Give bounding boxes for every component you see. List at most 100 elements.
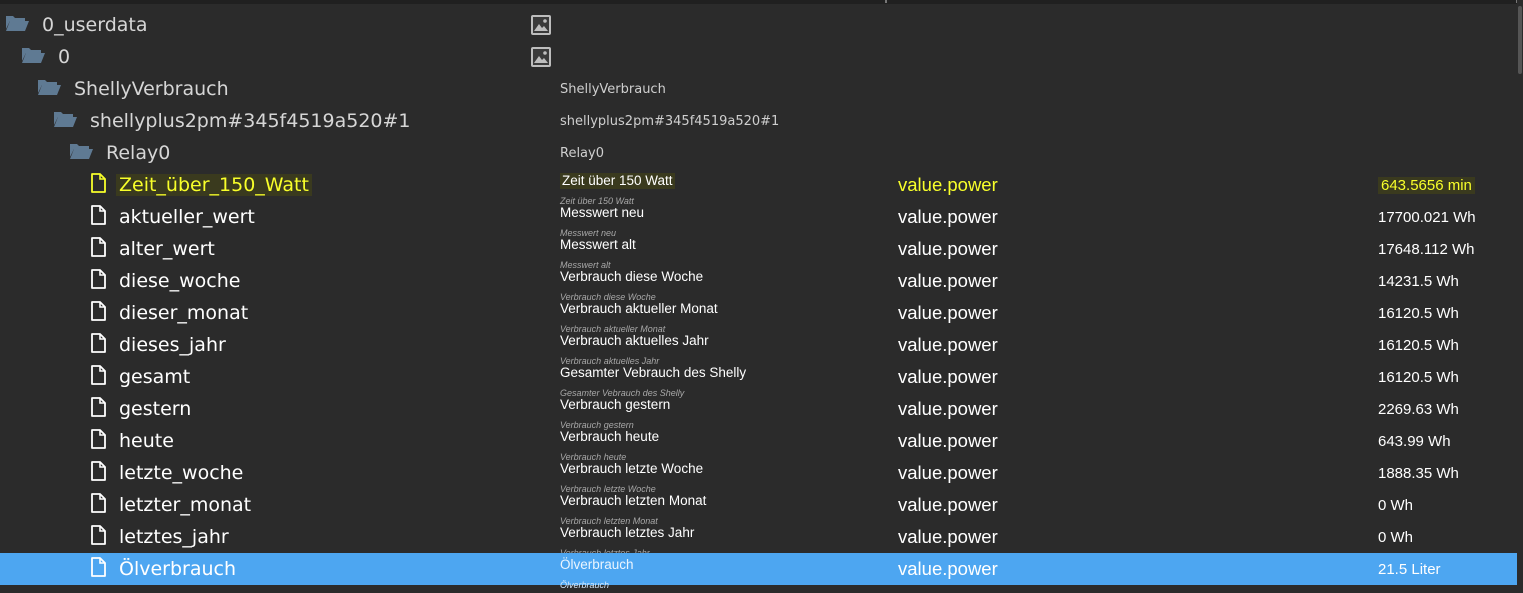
- tree-state-row[interactable]: gestern Verbrauch gestern Verbrauch gester…: [0, 393, 1517, 430]
- tree-item-name: aktueller_wert: [119, 206, 255, 228]
- tree-item-name-cell[interactable]: Zeit_über_150_Watt: [90, 169, 312, 201]
- tree-item-name-cell[interactable]: letzter_monat: [90, 489, 254, 521]
- tree-folder-row[interactable]: 0: [0, 41, 1517, 73]
- tree-item-name-cell[interactable]: 0: [21, 41, 73, 73]
- tree-state-row[interactable]: letzte_woche Verbrauch letzte Woche Verbra…: [0, 457, 1517, 494]
- folder-open-icon: [5, 14, 29, 37]
- folder-open-icon: [69, 142, 93, 165]
- state-value[interactable]: 17648.112 Wh: [1378, 241, 1474, 258]
- image-icon[interactable]: [530, 46, 552, 68]
- tree-folder-row[interactable]: Relay0 Relay0: [0, 137, 1517, 169]
- value-cell[interactable]: 16120.5 Wh: [1378, 329, 1459, 361]
- state-value[interactable]: 0 Wh: [1378, 529, 1413, 546]
- role-cell: value.power: [898, 297, 998, 329]
- object-name: Verbrauch heute: [560, 429, 660, 444]
- value-cell[interactable]: 643.5656 min: [1378, 169, 1475, 201]
- state-value[interactable]: 16120.5 Wh: [1378, 305, 1459, 322]
- value-cell[interactable]: 643.99 Wh: [1378, 425, 1451, 457]
- object-name: ShellyVerbrauch: [560, 81, 666, 97]
- tree-item-name-cell[interactable]: gestern: [90, 393, 194, 425]
- tree-item-name-cell[interactable]: letztes_jahr: [90, 521, 232, 553]
- role-value: value.power: [898, 206, 998, 227]
- value-cell[interactable]: 0 Wh: [1378, 521, 1413, 553]
- tree-item-name-cell[interactable]: dieses_jahr: [90, 329, 229, 361]
- object-name-cell: shellyplus2pm#345f4519a520#1: [560, 105, 779, 137]
- folder-open-icon: [37, 78, 61, 101]
- state-value[interactable]: 16120.5 Wh: [1378, 337, 1459, 354]
- value-cell[interactable]: 21.5 Liter: [1378, 553, 1441, 585]
- tree-state-row[interactable]: aktueller_wert Messwert neu Messwert neu va…: [0, 201, 1517, 238]
- value-cell[interactable]: 0 Wh: [1378, 489, 1413, 521]
- scrollbar[interactable]: [1517, 0, 1523, 593]
- value-cell[interactable]: 17700.021 Wh: [1378, 201, 1476, 233]
- tree-item-name: Ölverbrauch: [119, 558, 237, 580]
- file-icon: [90, 524, 106, 550]
- role-value: value.power: [898, 238, 998, 259]
- tree-item-name-cell[interactable]: alter_wert: [90, 233, 218, 265]
- tree-item-name-cell[interactable]: heute: [90, 425, 177, 457]
- state-value[interactable]: 21.5 Liter: [1378, 561, 1441, 578]
- state-value[interactable]: 0 Wh: [1378, 497, 1413, 514]
- tree-item-name-cell[interactable]: Ölverbrauch: [90, 553, 239, 585]
- file-icon: [90, 332, 106, 358]
- file-icon: [90, 396, 106, 422]
- tree-item-name-cell[interactable]: diese_woche: [90, 265, 243, 297]
- tree-state-row[interactable]: diese_woche Verbrauch diese Woche Verbrauc…: [0, 265, 1517, 302]
- tree-item-name: heute: [119, 430, 174, 452]
- tree-item-name: gesamt: [119, 366, 191, 388]
- tree-item-name-cell[interactable]: ShellyVerbrauch: [37, 73, 232, 105]
- tree-state-row[interactable]: alter_wert Messwert alt Messwert alt value.…: [0, 233, 1517, 270]
- tree-state-row[interactable]: Ölverbrauch Ölverbrauch Ölverbrauch value.p…: [0, 553, 1517, 590]
- object-name-cell: ShellyVerbrauch: [560, 73, 666, 105]
- tree-state-row[interactable]: heute Verbrauch heute Verbrauch heute value…: [0, 425, 1517, 462]
- value-cell[interactable]: 17648.112 Wh: [1378, 233, 1474, 265]
- tree-folder-row[interactable]: ShellyVerbrauch ShellyVerbrauch: [0, 73, 1517, 105]
- role-cell: value.power: [898, 457, 998, 489]
- tree-folder-row[interactable]: 0_userdata: [0, 9, 1517, 41]
- tree-item-name: Relay0: [106, 142, 171, 164]
- tree-state-row[interactable]: Zeit_über_150_Watt Zeit über 150 Watt Zeit…: [0, 169, 1517, 206]
- tree-item-name: Zeit_über_150_Watt: [116, 174, 312, 196]
- tree-item-name: diese_woche: [119, 270, 241, 292]
- tree-state-row[interactable]: gesamt Gesamter Vebrauch des Shelly Gesamt…: [0, 361, 1517, 398]
- role-cell: value.power: [898, 169, 998, 201]
- tree-item-name-cell[interactable]: letzte_woche: [90, 457, 246, 489]
- object-name: Ölverbrauch: [560, 557, 634, 572]
- object-name: Verbrauch gestern: [560, 397, 671, 412]
- tree-state-row[interactable]: letzter_monat Verbrauch letzten Monat Verb…: [0, 489, 1517, 526]
- role-value: value.power: [898, 398, 998, 419]
- value-cell[interactable]: 2269.63 Wh: [1378, 393, 1459, 425]
- object-name-subtitle: Ölverbrauch: [560, 580, 610, 590]
- object-name: Messwert alt: [560, 237, 636, 252]
- tree-state-row[interactable]: dieser_monat Verbrauch aktueller Monat Ver…: [0, 297, 1517, 334]
- tree-item-name: 0: [58, 46, 71, 68]
- tree-item-name-cell[interactable]: Relay0: [69, 137, 173, 169]
- state-value[interactable]: 643.5656 min: [1378, 176, 1475, 194]
- image-icon[interactable]: [530, 14, 552, 36]
- tree-item-name-cell[interactable]: dieser_monat: [90, 297, 251, 329]
- value-cell[interactable]: 16120.5 Wh: [1378, 297, 1459, 329]
- state-value[interactable]: 14231.5 Wh: [1378, 273, 1459, 290]
- state-value[interactable]: 643.99 Wh: [1378, 433, 1451, 450]
- scrollbar-thumb[interactable]: [1518, 6, 1522, 74]
- tree-item-name-cell[interactable]: gesamt: [90, 361, 193, 393]
- file-icon: [90, 428, 106, 454]
- file-icon: [90, 172, 106, 198]
- state-value[interactable]: 2269.63 Wh: [1378, 401, 1459, 418]
- role-value: value.power: [898, 558, 998, 579]
- tree-item-name-cell[interactable]: 0_userdata: [5, 9, 151, 41]
- value-cell[interactable]: 16120.5 Wh: [1378, 361, 1459, 393]
- tree-item-name-cell[interactable]: shellyplus2pm#345f4519a520#1: [53, 105, 414, 137]
- value-cell[interactable]: 14231.5 Wh: [1378, 265, 1459, 297]
- state-value[interactable]: 16120.5 Wh: [1378, 369, 1459, 386]
- state-value[interactable]: 1888.35 Wh: [1378, 465, 1459, 482]
- tree-state-row[interactable]: dieses_jahr Verbrauch aktuelles Jahr Verbr…: [0, 329, 1517, 366]
- tree-state-row[interactable]: letztes_jahrVerbrauch letztes JahrVerbra…: [0, 521, 1517, 558]
- value-cell[interactable]: 1888.35 Wh: [1378, 457, 1459, 489]
- file-icon: [90, 236, 106, 262]
- tree-folder-row[interactable]: shellyplus2pm#345f4519a520#1 shellyplus2p…: [0, 105, 1517, 137]
- object-name: Verbrauch letzte Woche: [560, 461, 704, 476]
- role-value: value.power: [898, 366, 998, 387]
- state-value[interactable]: 17700.021 Wh: [1378, 209, 1476, 226]
- tree-item-name-cell[interactable]: aktueller_wert: [90, 201, 258, 233]
